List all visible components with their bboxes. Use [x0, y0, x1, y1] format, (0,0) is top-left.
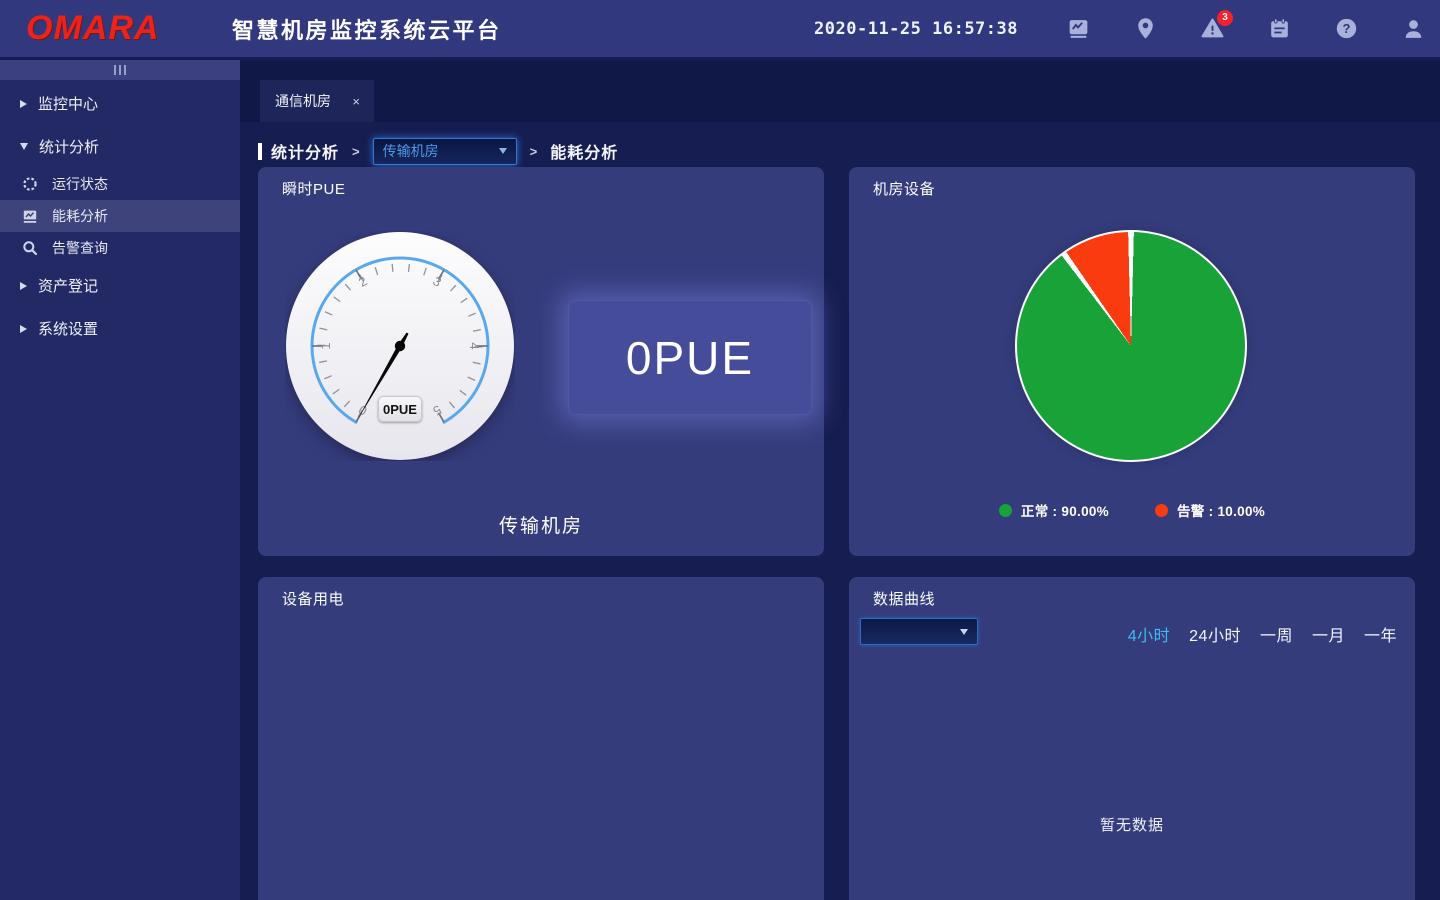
- main-content: 通信机房 × 统计分析 > 传输机房 > 能耗分析 瞬时PUE: [240, 60, 1440, 900]
- tab-communication-room[interactable]: 通信机房 ×: [260, 80, 374, 122]
- chevron-down-icon: [499, 148, 507, 154]
- monitor-icon[interactable]: [1065, 16, 1091, 42]
- panel-data-curve: 数据曲线 4小时 24小时 一周 一月 一年 暂无数据: [849, 577, 1415, 900]
- breadcrumb: 统计分析 > 传输机房 > 能耗分析: [258, 136, 618, 166]
- sidebar-item-label: 系统设置: [38, 318, 98, 339]
- panel-title: 设备用电: [282, 588, 344, 609]
- header-toolbar: 2020-11-25 16:57:38 3: [814, 16, 1426, 42]
- chevron-right-icon: [20, 325, 27, 333]
- legend-item-alarm: 告警 : 10.00%: [1155, 500, 1265, 520]
- sidebar-item-label: 监控中心: [38, 93, 98, 114]
- curve-type-dropdown[interactable]: [860, 618, 978, 645]
- legend-dot: [1155, 504, 1168, 517]
- chevron-right-icon: [20, 282, 27, 290]
- legend-item-normal: 正常 : 90.00%: [999, 500, 1109, 520]
- monitor-icon-glyph: [1066, 16, 1091, 41]
- range-option[interactable]: 一年: [1364, 622, 1397, 646]
- breadcrumb-separator: >: [352, 144, 360, 159]
- sidebar-item-running-status[interactable]: 运行状态: [0, 168, 240, 200]
- sidebar-collapse-handle[interactable]: [0, 60, 240, 80]
- pue-value-box: 0PUE: [568, 300, 812, 415]
- location-icon-glyph: [1133, 16, 1158, 41]
- sidebar-item-energy-analysis[interactable]: 能耗分析: [0, 200, 240, 232]
- gauge-value-badge: 0PUE: [378, 396, 422, 422]
- sidebar-item-alarm-query[interactable]: 告警查询: [0, 232, 240, 264]
- location-icon[interactable]: [1132, 16, 1158, 42]
- legend-label: 正常 : 90.00%: [1021, 500, 1109, 520]
- range-option[interactable]: 24小时: [1189, 622, 1241, 646]
- chevron-down-icon: [20, 143, 28, 150]
- pue-room-label: 传输机房: [258, 511, 824, 538]
- panel-title: 数据曲线: [873, 588, 935, 609]
- sidebar-item-system-settings[interactable]: 系统设置: [0, 307, 240, 350]
- breadcrumb-section: 统计分析: [271, 139, 339, 163]
- chevron-down-icon: [960, 629, 968, 635]
- breadcrumb-page: 能耗分析: [550, 139, 618, 163]
- user-icon[interactable]: [1400, 16, 1426, 42]
- question-glyph: ?: [1342, 21, 1350, 36]
- time-range-selector: 4小时 24小时 一周 一月 一年: [1128, 622, 1397, 646]
- alert-icon[interactable]: 3: [1199, 16, 1225, 42]
- alert-count-badge: 3: [1217, 10, 1233, 26]
- chevron-right-icon: [20, 100, 27, 108]
- panel-equipment-power: 设备用电: [258, 577, 824, 900]
- gauge-scale-label: 4: [467, 342, 482, 349]
- app-title: 智慧机房监控系统云平台: [232, 13, 502, 45]
- sidebar-item-asset-register[interactable]: 资产登记: [0, 264, 240, 307]
- collapse-grip-icon: [114, 65, 126, 75]
- panel-instant-pue: 瞬时PUE 0: [258, 167, 824, 556]
- sidebar-nav: 监控中心 统计分析 运行状态 能耗分析: [0, 80, 240, 350]
- panel-title: 瞬时PUE: [282, 178, 345, 199]
- help-icon-glyph: ?: [1334, 16, 1359, 41]
- panel-room-devices: 机房设备 正常 : 90.00% 告警 : 10.00%: [849, 167, 1415, 556]
- close-icon[interactable]: ×: [352, 94, 360, 109]
- sidebar: 监控中心 统计分析 运行状态 能耗分析: [0, 60, 240, 900]
- sidebar-item-label: 运行状态: [52, 174, 108, 194]
- sidebar-item-monitor-center[interactable]: 监控中心: [0, 82, 240, 125]
- tab-label: 通信机房: [275, 91, 331, 111]
- range-option[interactable]: 一周: [1260, 622, 1293, 646]
- help-icon[interactable]: ?: [1333, 16, 1359, 42]
- breadcrumb-marker: [258, 143, 262, 160]
- sidebar-item-label: 统计分析: [39, 136, 99, 157]
- panel-title: 机房设备: [873, 178, 935, 199]
- range-option[interactable]: 4小时: [1128, 622, 1170, 646]
- clock-display: 2020-11-25 16:57:38: [814, 19, 1018, 39]
- empty-data-message: 暂无数据: [849, 814, 1415, 835]
- gauge-scale-label: 1: [318, 342, 333, 349]
- schedule-icon[interactable]: [1266, 16, 1292, 42]
- status-ring-icon: [21, 176, 39, 192]
- room-selector-dropdown[interactable]: 传输机房: [373, 138, 517, 165]
- sidebar-item-statistics[interactable]: 统计分析: [0, 125, 240, 168]
- search-icon: [21, 240, 39, 256]
- schedule-icon-glyph: [1267, 16, 1292, 41]
- range-option[interactable]: 一月: [1312, 622, 1345, 646]
- breadcrumb-separator: >: [530, 144, 538, 159]
- legend-label: 告警 : 10.00%: [1177, 500, 1265, 520]
- pue-gauge: 0 1 2 3 4 5: [285, 231, 515, 461]
- pie-legend: 正常 : 90.00% 告警 : 10.00%: [849, 500, 1415, 520]
- brand-logo: OMARA: [26, 9, 232, 48]
- user-icon-glyph: [1401, 16, 1426, 41]
- sidebar-item-label: 告警查询: [52, 238, 108, 258]
- app-header: OMARA 智慧机房监控系统云平台 2020-11-25 16:57:38 3: [0, 0, 1440, 60]
- pie-chart: [1015, 230, 1247, 462]
- sidebar-item-label: 资产登记: [38, 275, 98, 296]
- energy-chart-icon: [21, 208, 39, 224]
- room-selector-value: 传输机房: [383, 141, 439, 161]
- sidebar-item-label: 能耗分析: [52, 206, 108, 226]
- legend-dot: [999, 504, 1012, 517]
- tab-strip: [240, 60, 1440, 122]
